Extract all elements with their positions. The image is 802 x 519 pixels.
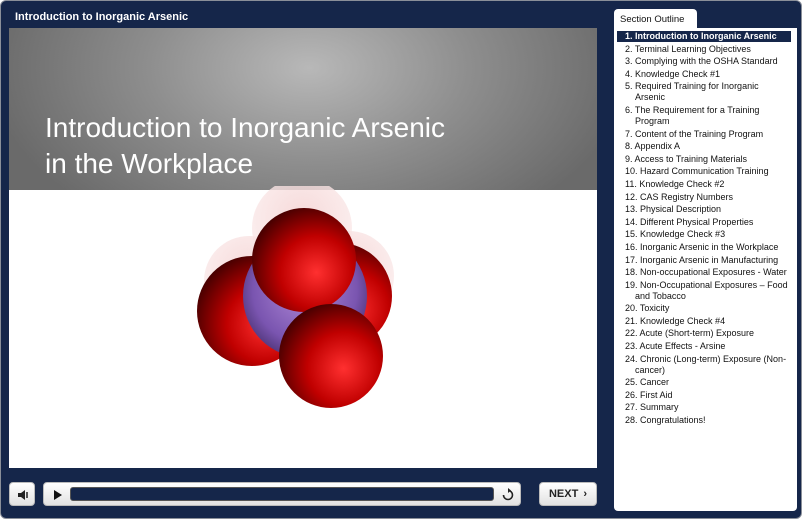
outline-item[interactable]: 26. First Aid <box>617 390 791 401</box>
outline-item[interactable]: 6. The Requirement for a Training Progra… <box>617 105 791 127</box>
outline-item[interactable]: 10. Hazard Communication Training <box>617 166 791 177</box>
outline-item[interactable]: 12. CAS Registry Numbers <box>617 192 791 203</box>
outline-item[interactable]: 20. Toxicity <box>617 303 791 314</box>
outline-item[interactable]: 25. Cancer <box>617 377 791 388</box>
outline-item[interactable]: 23. Acute Effects - Arsine <box>617 341 791 352</box>
outline-item[interactable]: 21. Knowledge Check #4 <box>617 316 791 327</box>
outline-item[interactable]: 15. Knowledge Check #3 <box>617 229 791 240</box>
outline-item[interactable]: 8. Appendix A <box>617 141 791 152</box>
course-title: Introduction to Inorganic Arsenic <box>15 11 189 23</box>
outline-item[interactable]: 5. Required Training for Inorganic Arsen… <box>617 81 791 103</box>
slide-title: Introduction to Inorganic Arsenic in the… <box>45 110 565 182</box>
outline-item[interactable]: 9. Access to Training Materials <box>617 154 791 165</box>
outline-item[interactable]: 3. Complying with the OSHA Standard <box>617 56 791 67</box>
outline-item[interactable]: 18. Non-occupational Exposures - Water <box>617 267 791 278</box>
outline-item[interactable]: 17. Inorganic Arsenic in Manufacturing <box>617 255 791 266</box>
outline-item[interactable]: 19. Non-Occupational Exposures – Food an… <box>617 280 791 302</box>
play-icon[interactable] <box>52 489 64 501</box>
outline-item[interactable]: 13. Physical Description <box>617 204 791 215</box>
volume-button[interactable] <box>9 482 35 506</box>
outline-item[interactable]: 1. Introduction to Inorganic Arsenic <box>617 31 791 42</box>
outline-item[interactable]: 24. Chronic (Long-term) Exposure (Non-ca… <box>617 354 791 376</box>
media-player-bar <box>43 482 521 506</box>
next-label: NEXT <box>548 488 579 500</box>
slide-area: Introduction to Inorganic Arsenic in the… <box>9 28 597 468</box>
next-button[interactable]: NEXT › <box>539 482 597 506</box>
outline-item[interactable]: 16. Inorganic Arsenic in the Workplace <box>617 242 791 253</box>
outline-item[interactable]: 14. Different Physical Properties <box>617 217 791 228</box>
slide-title-line2: in the Workplace <box>45 148 254 179</box>
outline-list: 1. Introduction to Inorganic Arsenic 2. T… <box>617 31 791 428</box>
outline-item[interactable]: 7. Content of the Training Program <box>617 129 791 140</box>
outline-item[interactable]: 27. Summary <box>617 402 791 413</box>
speaker-icon <box>18 490 28 500</box>
slide-title-line1: Introduction to Inorganic Arsenic <box>45 112 446 143</box>
replay-icon[interactable] <box>501 488 515 502</box>
arsenate-molecule-image <box>197 186 394 408</box>
outline-item[interactable]: 2. Terminal Learning Objectives <box>617 44 791 55</box>
outline-item[interactable]: 4. Knowledge Check #1 <box>617 69 791 80</box>
progress-bar[interactable] <box>70 487 494 501</box>
outline-item[interactable]: 22. Acute (Short-term) Exposure <box>617 328 791 339</box>
tab-section-outline[interactable]: Section Outline <box>614 9 697 29</box>
chevron-right-icon: › <box>583 488 587 500</box>
outline-item[interactable]: 28. Congratulations! <box>617 415 791 426</box>
outline-item[interactable]: 11. Knowledge Check #2 <box>617 179 791 190</box>
